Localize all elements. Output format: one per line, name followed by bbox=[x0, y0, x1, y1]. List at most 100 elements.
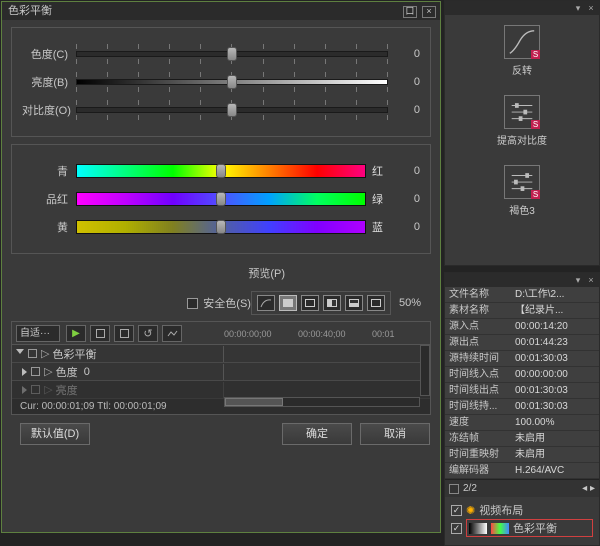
tl-btn-4[interactable] bbox=[162, 325, 182, 342]
timeline-vscroll[interactable] bbox=[420, 345, 430, 396]
tl-btn-2[interactable] bbox=[114, 325, 134, 342]
pager-next-icon[interactable]: ▸ bbox=[590, 483, 595, 494]
gear-icon: ✺ bbox=[466, 504, 475, 517]
timeline-hscroll[interactable] bbox=[224, 397, 420, 407]
layer-check-icon[interactable]: ✓ bbox=[451, 523, 462, 534]
ruler-tick-1: 00:00:40;00 bbox=[298, 329, 372, 339]
preview-mode-3[interactable] bbox=[301, 295, 319, 311]
layer-color-balance[interactable]: ✓ 色彩平衡 bbox=[451, 519, 593, 537]
prop-value: 00:01:30:03 bbox=[511, 383, 599, 398]
panel-menu-icon[interactable]: ▾ bbox=[573, 275, 583, 285]
cancel-button[interactable]: 取消 bbox=[360, 423, 430, 445]
prop-value: 00:01:44:23 bbox=[511, 335, 599, 350]
layer-video-layout[interactable]: ✓ ✺ 视频布局 bbox=[451, 501, 593, 519]
prop-value: 【纪录片... bbox=[511, 303, 599, 318]
prop-key: 时间重映射 bbox=[445, 447, 511, 462]
prop-row[interactable]: 源持续时间00:01:30:03 bbox=[445, 351, 599, 367]
cyan-red-slider[interactable] bbox=[76, 161, 366, 181]
prop-row[interactable]: 时间重映射未启用 bbox=[445, 447, 599, 463]
preview-bar: 安全色(S) 50% bbox=[21, 291, 421, 315]
pager-icon[interactable] bbox=[449, 484, 459, 494]
prop-key: 源出点 bbox=[445, 335, 511, 350]
prop-row[interactable]: 文件名称D:\工作\2... bbox=[445, 287, 599, 303]
luminance-group: 色度(C) 0 亮度(B) 0 对比度(O) bbox=[11, 27, 431, 137]
prop-value: 00:01:30:03 bbox=[511, 351, 599, 366]
fx-contrast[interactable]: S 提高对比度 bbox=[453, 95, 591, 147]
prop-value: D:\工作\2... bbox=[511, 287, 599, 302]
track-chroma[interactable]: ▷ 色度 0 bbox=[12, 363, 430, 381]
color-balance-dialog: 色彩平衡 口 × 色度(C) 0 亮度(B) 0 bbox=[1, 1, 441, 533]
prop-key: 时间线入点 bbox=[445, 367, 511, 382]
layer-video-label: 视频布局 bbox=[479, 502, 523, 518]
tl-btn-1[interactable] bbox=[90, 325, 110, 342]
yellow-blue-value: 0 bbox=[388, 221, 420, 233]
preview-mode-5[interactable] bbox=[345, 295, 363, 311]
play-button[interactable]: ▶ bbox=[66, 325, 86, 342]
cyan-red-value: 0 bbox=[388, 165, 420, 177]
panel-close-icon[interactable]: × bbox=[586, 3, 596, 13]
close-button[interactable]: × bbox=[422, 6, 436, 18]
prop-row[interactable]: 时间线持...00:01:30:03 bbox=[445, 399, 599, 415]
preview-mode-4[interactable] bbox=[323, 295, 341, 311]
preview-mode-6[interactable] bbox=[367, 295, 385, 311]
pager-text: 2/2 bbox=[463, 483, 477, 494]
track-color-balance-label: 色彩平衡 bbox=[53, 346, 97, 362]
prop-key: 源入点 bbox=[445, 319, 511, 334]
layer-check-icon[interactable]: ✓ bbox=[451, 505, 462, 516]
prop-row[interactable]: 素材名称【纪录片... bbox=[445, 303, 599, 319]
ok-button[interactable]: 确定 bbox=[282, 423, 352, 445]
prop-key: 冻结帧 bbox=[445, 431, 511, 446]
brightness-value: 0 bbox=[388, 76, 420, 88]
curve-icon: S bbox=[504, 25, 540, 59]
fx-sepia[interactable]: S 褐色3 bbox=[453, 165, 591, 217]
timeline-fit-select[interactable]: 自适··· bbox=[16, 325, 60, 342]
prop-row[interactable]: 源入点00:00:14:20 bbox=[445, 319, 599, 335]
prop-key: 文件名称 bbox=[445, 287, 511, 302]
red-label: 红 bbox=[366, 163, 388, 179]
prop-value: 00:00:14:20 bbox=[511, 319, 599, 334]
safe-color-checkbox[interactable] bbox=[187, 298, 198, 309]
prop-row[interactable]: 编解码器H.264/AVC bbox=[445, 463, 599, 479]
prop-row[interactable]: 时间线入点00:00:00:00 bbox=[445, 367, 599, 383]
fx-invert[interactable]: S 反转 bbox=[453, 25, 591, 77]
swatch-bw-icon bbox=[469, 523, 487, 534]
preview-mode-1[interactable] bbox=[257, 295, 275, 311]
swatch-rgb-icon bbox=[491, 523, 509, 534]
sliders-icon: S bbox=[504, 165, 540, 199]
contrast-slider[interactable] bbox=[76, 100, 388, 120]
pager-bar: 2/2 ◂ ▸ bbox=[445, 479, 599, 497]
prop-row[interactable]: 速度100.00% bbox=[445, 415, 599, 431]
track-brightness-label: 亮度 bbox=[56, 382, 78, 398]
minimize-button[interactable]: 口 bbox=[403, 6, 417, 18]
prop-row[interactable]: 源出点00:01:44:23 bbox=[445, 335, 599, 351]
pager-prev-icon[interactable]: ◂ bbox=[582, 483, 587, 494]
properties-panel: ▾× 文件名称D:\工作\2...素材名称【纪录片...源入点00:00:14:… bbox=[444, 272, 600, 546]
tl-btn-3[interactable]: ↺ bbox=[138, 325, 158, 342]
magenta-green-slider[interactable] bbox=[76, 189, 366, 209]
chroma-value: 0 bbox=[388, 48, 420, 60]
prop-value: 未启用 bbox=[511, 447, 599, 462]
prop-row[interactable]: 时间线出点00:01:30:03 bbox=[445, 383, 599, 399]
prop-key: 时间线持... bbox=[445, 399, 511, 414]
timeline-ruler[interactable]: 00:00:00;00 00:00:40;00 00:01 bbox=[224, 322, 420, 345]
magenta-label: 品红 bbox=[22, 191, 76, 207]
panel-menu-icon[interactable]: ▾ bbox=[573, 3, 583, 13]
prop-value: 00:00:00:00 bbox=[511, 367, 599, 382]
fx-contrast-label: 提高对比度 bbox=[497, 132, 547, 147]
properties-grid: 文件名称D:\工作\2...素材名称【纪录片...源入点00:00:14:20源… bbox=[445, 287, 599, 479]
prop-value: 100.00% bbox=[511, 415, 599, 430]
yellow-blue-slider[interactable] bbox=[76, 217, 366, 237]
magenta-green-value: 0 bbox=[388, 193, 420, 205]
brightness-slider[interactable] bbox=[76, 72, 388, 92]
green-label: 绿 bbox=[366, 191, 388, 207]
chroma-slider[interactable] bbox=[76, 44, 388, 64]
prop-row[interactable]: 冻结帧未启用 bbox=[445, 431, 599, 447]
effect-layers: ✓ ✺ 视频布局 ✓ 色彩平衡 bbox=[445, 497, 599, 545]
track-color-balance[interactable]: ▷ 色彩平衡 bbox=[12, 345, 430, 363]
prop-value: 未启用 bbox=[511, 431, 599, 446]
prop-value: H.264/AVC bbox=[511, 463, 599, 478]
panel-close-icon[interactable]: × bbox=[586, 275, 596, 285]
preview-mode-2[interactable] bbox=[279, 295, 297, 311]
default-button[interactable]: 默认值(D) bbox=[20, 423, 90, 445]
contrast-value: 0 bbox=[388, 104, 420, 116]
